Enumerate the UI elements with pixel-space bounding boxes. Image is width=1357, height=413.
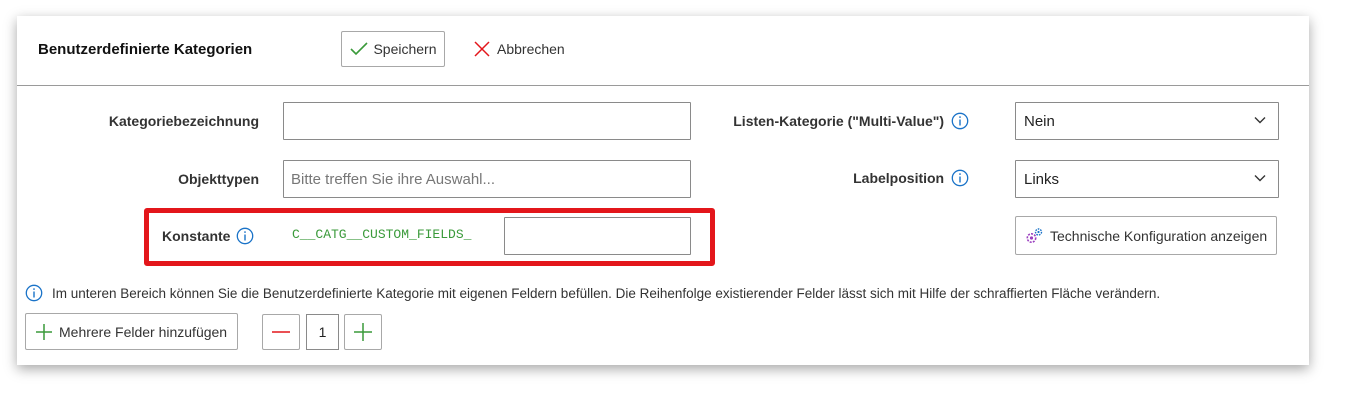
constant-prefix: C__CATG__CUSTOM_FIELDS_ (292, 227, 472, 242)
object-types-input[interactable] (283, 160, 691, 198)
close-icon (474, 41, 490, 57)
gears-icon (1026, 227, 1043, 243)
cancel-button-label: Abbrechen (497, 41, 565, 57)
info-icon[interactable] (951, 169, 969, 187)
info-icon[interactable] (951, 112, 969, 130)
multi-value-label: Listen-Kategorie ("Multi-Value") (707, 112, 969, 130)
category-editor-panel: Benutzerdefinierte Kategorien Speichern … (17, 16, 1309, 365)
plus-icon (354, 323, 372, 341)
add-multiple-fields-button[interactable]: Mehrere Felder hinzufügen (25, 313, 238, 350)
field-count-input[interactable]: 1 (306, 314, 339, 350)
object-types-label: Objekttypen (178, 171, 259, 187)
increment-button[interactable] (344, 314, 382, 350)
constant-label-text: Konstante (162, 228, 231, 244)
check-icon (350, 42, 369, 56)
save-button[interactable]: Speichern (341, 31, 445, 67)
info-icon[interactable] (236, 227, 254, 245)
info-hint-text: Im unteren Bereich können Sie die Benutz… (52, 285, 1161, 301)
info-hint: Im unteren Bereich können Sie die Benutz… (25, 284, 1160, 302)
multi-value-selected: Nein (1024, 112, 1055, 130)
label-position-select[interactable]: Links (1015, 160, 1279, 198)
plus-icon (36, 323, 52, 340)
label-position-selected: Links (1024, 170, 1060, 188)
label-position-label: Labelposition (707, 169, 969, 187)
category-name-input[interactable] (283, 102, 691, 140)
constant-input[interactable] (504, 217, 691, 255)
chevron-down-icon (1254, 117, 1266, 124)
label-position-label-text: Labelposition (853, 170, 945, 186)
multi-value-select[interactable]: Nein (1015, 102, 1279, 140)
add-multiple-fields-label: Mehrere Felder hinzufügen (59, 323, 228, 340)
page-title: Benutzerdefinierte Kategorien (38, 41, 253, 58)
technical-config-button[interactable]: Technische Konfiguration anzeigen (1015, 216, 1277, 255)
category-name-label: Kategoriebezeichnung (108, 113, 259, 129)
chevron-down-icon (1254, 175, 1266, 182)
decrement-button[interactable] (262, 314, 300, 350)
constant-label: Konstante (162, 227, 254, 245)
info-icon (25, 284, 43, 302)
minus-icon (272, 331, 290, 333)
multi-value-label-text: Listen-Kategorie ("Multi-Value") (733, 113, 945, 129)
save-button-label: Speichern (373, 41, 437, 57)
technical-config-label: Technische Konfiguration anzeigen (1050, 227, 1268, 244)
header-bar: Benutzerdefinierte Kategorien Speichern … (17, 16, 1309, 86)
cancel-button[interactable]: Abbrechen (473, 31, 565, 67)
